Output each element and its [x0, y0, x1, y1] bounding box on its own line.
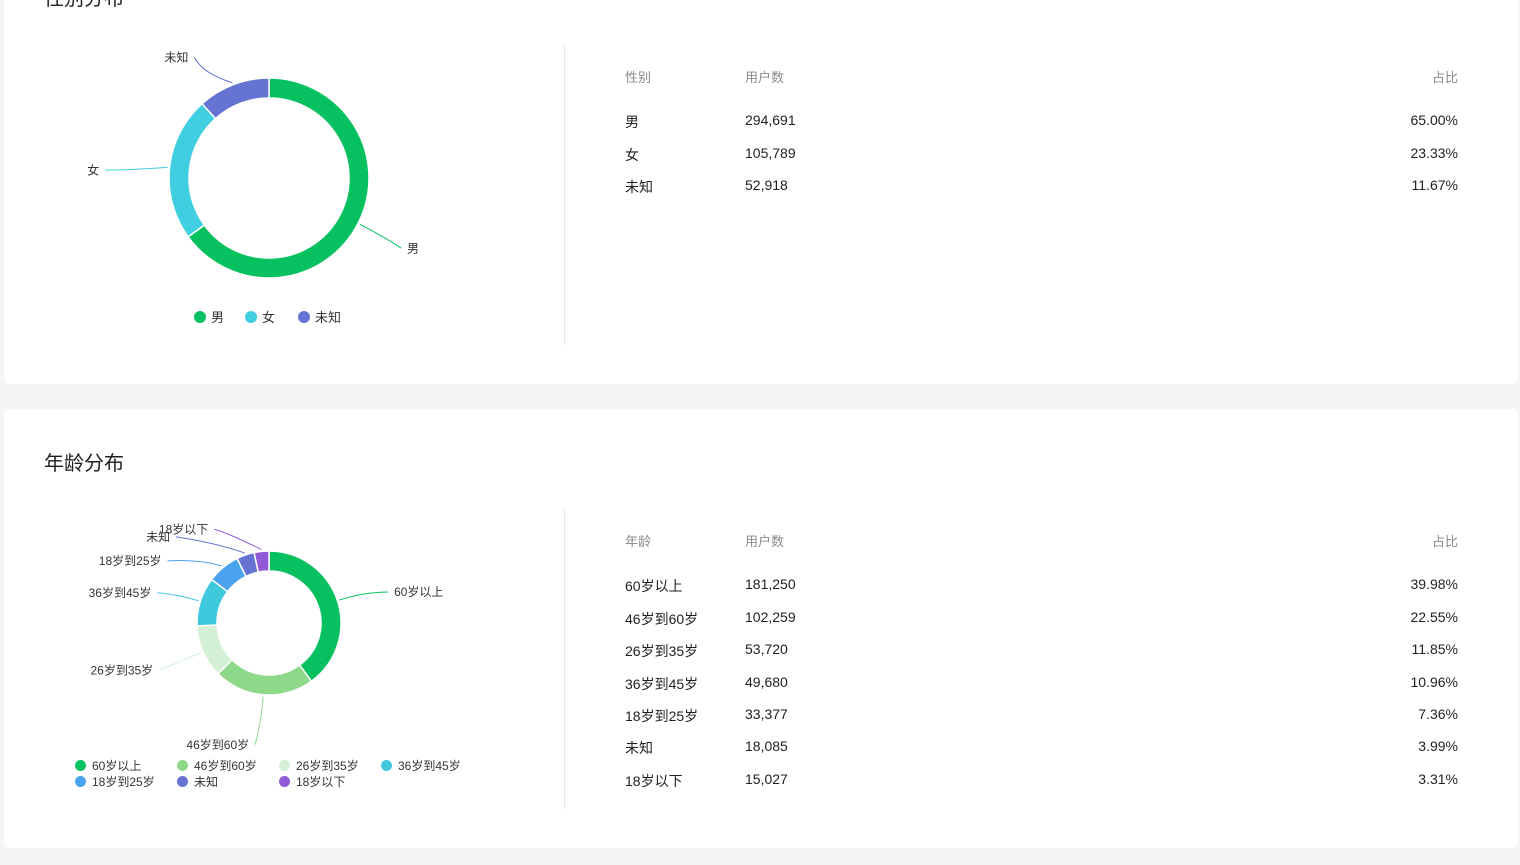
- legend-label-female: 女: [262, 310, 276, 325]
- legend-item-age[interactable]: 46岁到60岁: [177, 757, 257, 774]
- gender-row-label: 未知: [625, 179, 653, 195]
- gender-row-pct: 23.33%: [1410, 145, 1458, 161]
- gender-table: 性别 用户数 占比 男 294,691 65.00% 女 105,789 23.…: [624, 0, 1458, 384]
- age-row-label: 46岁到60岁: [625, 611, 699, 627]
- age-row-label: 18岁到25岁: [625, 708, 699, 724]
- age-row-count: 102,259: [745, 609, 796, 625]
- gender-row-pct: 11.67%: [1411, 177, 1458, 193]
- gender-card: 性别分布 男女未知 男 女 未知 性别 用户数 占比 男 294,691 65.…: [4, 0, 1518, 384]
- legend-dot: [75, 760, 86, 771]
- legend-item-age[interactable]: 18岁以下: [279, 773, 345, 790]
- age-row-count: 181,250: [745, 576, 796, 592]
- legend-item-age[interactable]: 36岁到45岁: [381, 757, 461, 774]
- gender-row-count: 52,918: [745, 177, 788, 193]
- legend-item-age[interactable]: 26岁到35岁: [279, 757, 359, 774]
- gender-row-count: 105,789: [745, 145, 796, 161]
- legend-label-unknown: 未知: [315, 310, 342, 325]
- age-row-pct: 3.31%: [1418, 771, 1458, 787]
- legend-dot: [75, 776, 86, 787]
- legend-label: 36岁到45岁: [398, 759, 461, 773]
- legend-dot: [177, 760, 188, 771]
- gender-legend: 男 女 未知: [4, 0, 564, 384]
- legend-item-age[interactable]: 60岁以上: [75, 757, 141, 774]
- gender-row-label: 男: [625, 114, 639, 130]
- legend-label: 未知: [194, 775, 219, 789]
- legend-label: 46岁到60岁: [194, 759, 257, 773]
- age-table: 年龄 用户数 占比 60岁以上 181,250 39.98% 46岁到60岁 1…: [624, 409, 1458, 848]
- age-divider: [564, 509, 565, 809]
- age-row-count: 49,680: [745, 674, 788, 690]
- legend-item-age[interactable]: 未知: [177, 773, 218, 790]
- age-row-pct: 7.36%: [1418, 706, 1458, 722]
- legend-dot-female: [245, 311, 257, 323]
- legend-dot: [381, 760, 392, 771]
- age-header-pct: 占比: [1431, 534, 1458, 549]
- gender-header-label: 性别: [625, 70, 652, 85]
- age-row-label: 26岁到35岁: [625, 643, 699, 659]
- legend-label: 26岁到35岁: [296, 759, 359, 773]
- age-row-count: 18,085: [745, 738, 788, 754]
- legend-dot-male: [194, 311, 206, 323]
- age-header-count: 用户数: [745, 534, 785, 549]
- age-row-label: 36岁到45岁: [625, 676, 699, 692]
- legend-dot-unknown: [298, 311, 310, 323]
- legend-item-unknown[interactable]: 未知: [298, 307, 341, 326]
- gender-header-count: 用户数: [745, 70, 785, 85]
- age-row-pct: 39.98%: [1410, 576, 1458, 592]
- age-row-count: 53,720: [745, 641, 788, 657]
- legend-label: 18岁到25岁: [92, 775, 155, 789]
- legend-label: 18岁以下: [296, 775, 346, 789]
- legend-label-male: 男: [211, 310, 225, 325]
- age-legend: 60岁以上 46岁到60岁 26岁到35岁 36岁到45岁 18岁到25岁 未知…: [4, 409, 564, 848]
- age-row-label: 60岁以上: [625, 578, 683, 594]
- age-row-pct: 3.99%: [1418, 738, 1458, 754]
- age-row-count: 33,377: [745, 706, 788, 722]
- legend-item-male[interactable]: 男: [194, 307, 224, 326]
- legend-item-age[interactable]: 18岁到25岁: [75, 773, 155, 790]
- age-row-label: 未知: [625, 740, 653, 756]
- age-row-pct: 22.55%: [1410, 609, 1458, 625]
- gender-header-pct: 占比: [1431, 70, 1458, 85]
- age-row-count: 15,027: [745, 771, 788, 787]
- age-row-label: 18岁以下: [625, 773, 683, 789]
- age-row-pct: 11.85%: [1411, 641, 1458, 657]
- age-card: 年龄分布 60岁以上 46岁到60岁 26岁到35岁 36岁到45岁 18岁到25岁 未知…: [4, 409, 1518, 848]
- legend-dot: [279, 776, 290, 787]
- gender-row-pct: 65.00%: [1410, 112, 1458, 128]
- legend-label: 60岁以上: [92, 759, 142, 773]
- legend-item-female[interactable]: 女: [245, 307, 275, 326]
- gender-divider: [564, 45, 565, 345]
- age-row-pct: 10.96%: [1410, 674, 1458, 690]
- age-header-label: 年龄: [625, 534, 652, 549]
- legend-dot: [279, 760, 290, 771]
- gender-row-count: 294,691: [745, 112, 796, 128]
- gender-row-label: 女: [625, 147, 639, 163]
- legend-dot: [177, 776, 188, 787]
